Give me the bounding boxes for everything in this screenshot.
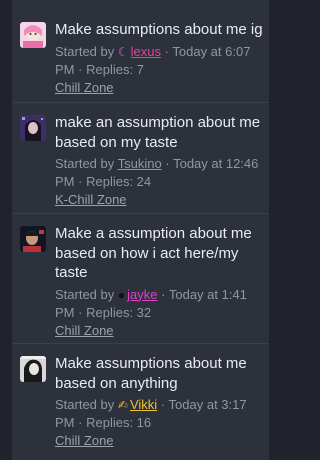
started-by-label: Started by [55,286,115,302]
username-link[interactable]: lexus [131,44,161,59]
username-link[interactable]: Tsukino [118,156,162,171]
meta-separator: · [78,61,83,77]
started-by-label: Started by [55,156,115,171]
meta-separator: · [164,43,169,59]
thread-meta: Started by ● jayke · Today at 1:41 PM · R… [55,286,263,322]
forum-link[interactable]: Chill Zone [55,79,263,97]
avatar[interactable] [20,115,46,141]
moon-icon: ☾ [117,44,129,59]
username-link[interactable]: jayke [127,287,157,302]
thread-item: Make assumptions about me based on anyth… [12,344,269,460]
thread-item: Make assumptions about me ig Started by … [12,0,269,103]
meta-separator: · [165,156,170,171]
started-by-label: Started by [55,397,115,412]
forum-link[interactable]: K-Chill Zone [55,191,263,209]
reply-count: Replies: 16 [86,415,152,430]
username-link[interactable]: Vikki [130,397,157,412]
reply-count: Replies: 7 [86,61,144,77]
meta-separator: · [78,415,83,430]
writing-hand-icon: ✍ [117,398,128,412]
meta-separator: · [78,174,83,189]
meta-separator: · [78,304,83,320]
avatar[interactable] [20,226,46,252]
forum-link[interactable]: Chill Zone [55,322,263,340]
thread-item: Make a assumption about me based on how … [12,214,269,344]
forum-link[interactable]: Chill Zone [55,432,263,450]
thread-title-link[interactable]: Make assumptions about me based on anyth… [55,354,263,393]
thread-title-link[interactable]: make an assumption about me based on my … [55,113,263,152]
thread-title-link[interactable]: Make assumptions about me ig [55,20,263,40]
avatar[interactable] [20,356,46,382]
thread-meta: Started by ✍ Vikki · Today at 3:17 PM · R… [55,396,263,432]
meta-separator: · [160,397,166,412]
avatar[interactable] [20,22,46,48]
thread-meta: Started by Tsukino · Today at 12:46 PM ·… [55,155,263,191]
thread-title-link[interactable]: Make a assumption about me based on how … [55,224,263,283]
thread-list-panel: Make assumptions about me ig Started by … [12,0,269,460]
thread-item: make an assumption about me based on my … [12,103,269,214]
meta-separator: · [161,286,166,302]
started-by-label: Started by [55,43,115,59]
thread-meta: Started by ☾ lexus · Today at 6:07 PM · R… [55,43,263,79]
reply-count: Replies: 32 [86,304,152,320]
guitar-icon: ● [117,287,126,302]
reply-count: Replies: 24 [86,174,152,189]
page-background: Make assumptions about me ig Started by … [0,0,282,460]
